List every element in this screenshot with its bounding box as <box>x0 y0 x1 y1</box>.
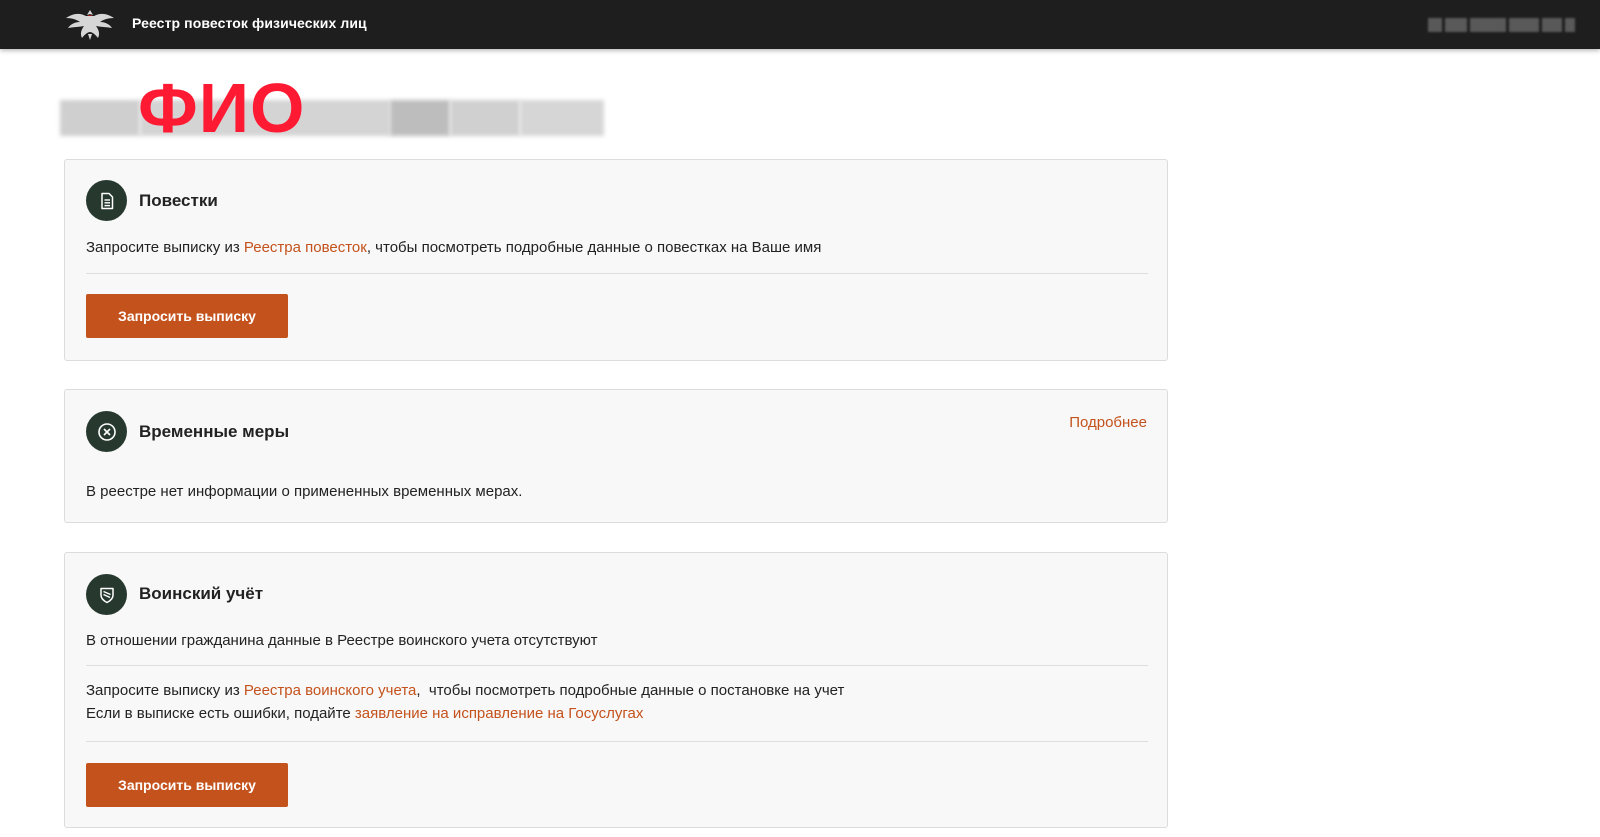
request-text-after: , чтобы посмотреть подробные данные о по… <box>416 682 845 699</box>
summons-text-before: Запросите выписку из <box>86 239 244 256</box>
gosuslugi-correction-link[interactable]: заявление на исправление на Госуслугах <box>355 705 643 722</box>
divider <box>86 273 1148 274</box>
document-icon <box>86 180 127 221</box>
divider <box>86 665 1148 666</box>
military-record-title: Воинский учёт <box>139 584 264 603</box>
summons-text-after: , чтобы посмотреть подробные данные о по… <box>366 239 822 256</box>
military-record-card: Воинский учёт В отношении гражданина дан… <box>64 552 1168 828</box>
summons-description: Запросите выписку из Реестра повесток, ч… <box>86 236 821 259</box>
summons-registry-link[interactable]: Реестра повесток <box>244 239 367 256</box>
temporary-measures-text: В реестре нет информации о примененных в… <box>86 483 523 500</box>
user-name-redacted[interactable] <box>1428 16 1584 34</box>
more-details-link[interactable]: Подробнее <box>1069 414 1147 431</box>
temporary-measures-card: Временные меры Подробнее В реестре нет и… <box>64 389 1168 523</box>
request-summons-extract-button[interactable]: Запросить выписку <box>86 294 288 338</box>
summons-title: Повестки <box>139 191 218 210</box>
temporary-measures-title: Временные меры <box>139 422 290 441</box>
summons-card: Повестки Запросите выписку из Реестра по… <box>64 159 1168 361</box>
errors-text-before: Если в выписке есть ошибки, подайте <box>86 705 355 722</box>
request-text-before: Запросите выписку из <box>86 682 244 699</box>
military-record-request-text: Запросите выписку из Реестра воинского у… <box>86 679 844 702</box>
shield-icon <box>86 574 127 615</box>
request-military-extract-button[interactable]: Запросить выписку <box>86 763 288 807</box>
fio-label: ФИО <box>138 69 306 147</box>
app-title[interactable]: Реестр повесток физических лиц <box>132 15 367 31</box>
military-record-status: В отношении гражданина данные в Реестре … <box>86 632 598 649</box>
military-record-errors-text: Если в выписке есть ошибки, подайте заяв… <box>86 702 643 725</box>
divider <box>86 741 1148 742</box>
user-fio-area: ФИО <box>60 69 604 147</box>
top-bar: Реестр повесток физических лиц <box>0 0 1600 49</box>
eagle-emblem-icon[interactable] <box>64 6 116 42</box>
military-registry-link[interactable]: Реестра воинского учета <box>244 682 417 699</box>
cross-circle-icon <box>86 411 127 452</box>
